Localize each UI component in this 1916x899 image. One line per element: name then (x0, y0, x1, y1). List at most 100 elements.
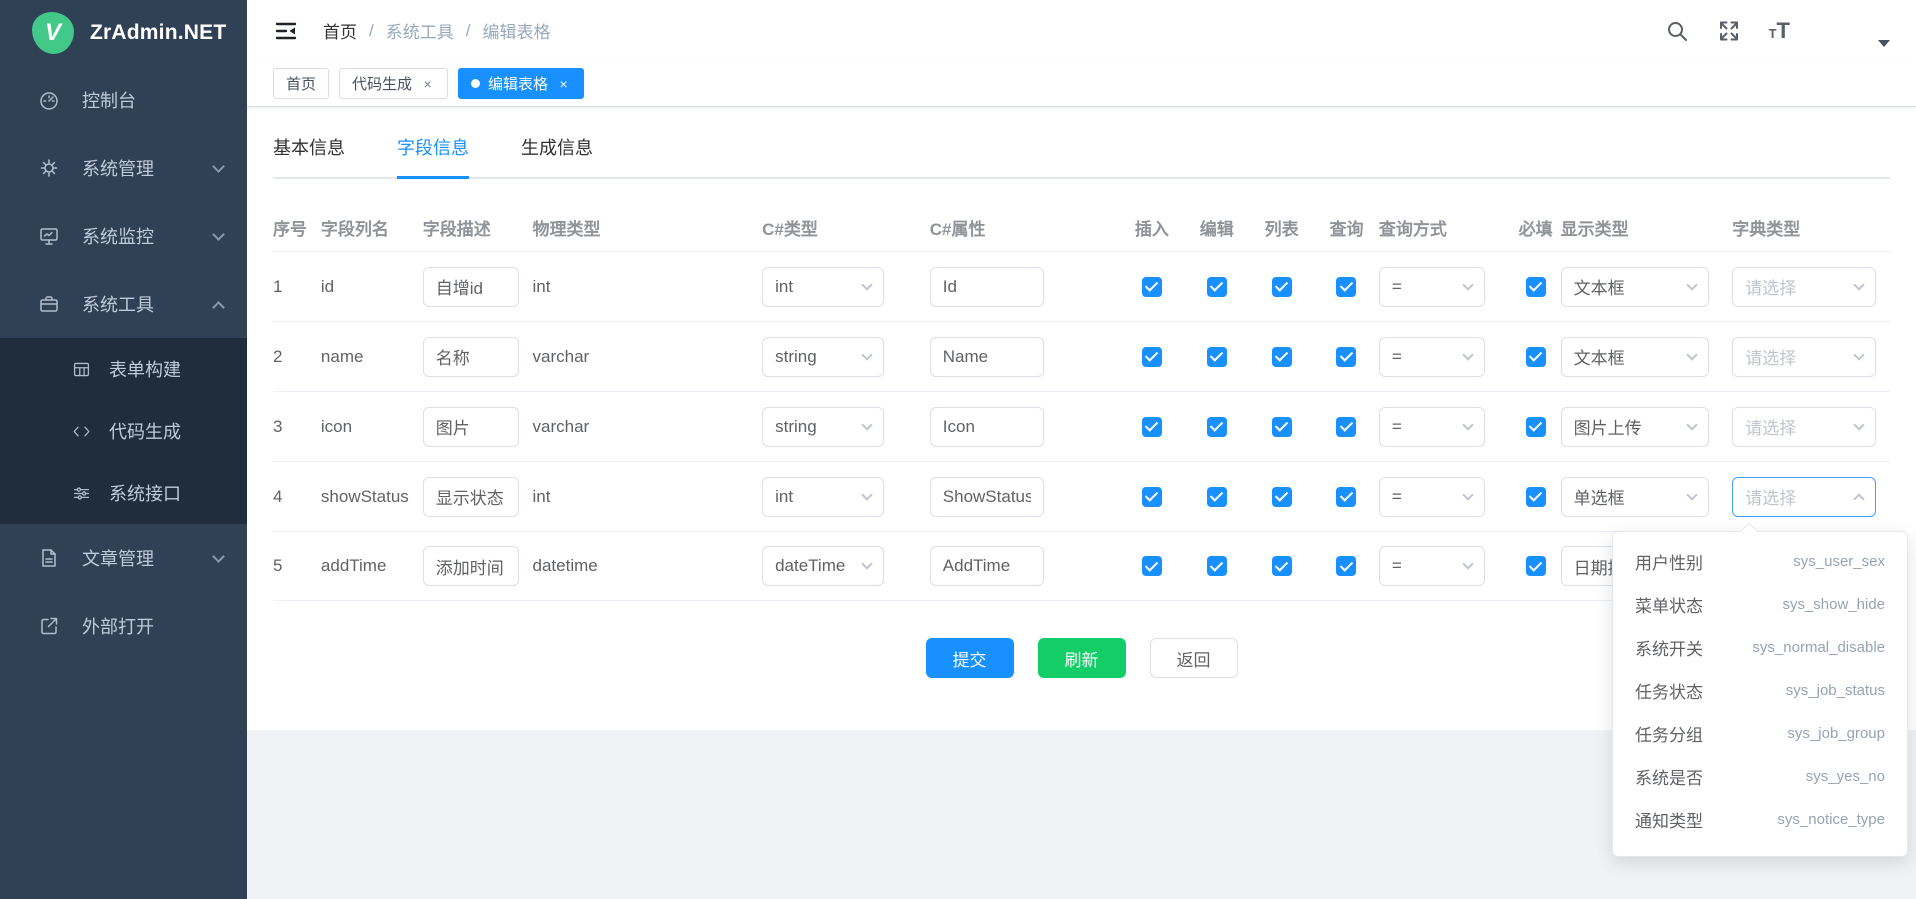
required-checkbox[interactable] (1526, 277, 1546, 297)
query-type-select[interactable]: = (1379, 267, 1485, 307)
dict-type-select-focused[interactable]: 请选择 (1732, 477, 1876, 517)
query-type-select[interactable]: = (1379, 337, 1485, 377)
edit-checkbox[interactable] (1207, 417, 1227, 437)
sidebar-item-form-build[interactable]: 表单构建 (0, 338, 247, 400)
header-dict-type: 字典类型 (1732, 215, 1890, 240)
tag-code-gen[interactable]: 代码生成 (339, 68, 448, 99)
search-icon[interactable] (1665, 19, 1689, 43)
dict-option[interactable]: 通知类型 sys_notice_type (1613, 798, 1907, 841)
dict-type-select[interactable]: 请选择 (1732, 267, 1876, 307)
required-checkbox[interactable] (1526, 487, 1546, 507)
tag-edit-table[interactable]: 编辑表格 (458, 68, 584, 99)
query-checkbox[interactable] (1336, 417, 1356, 437)
list-checkbox[interactable] (1272, 277, 1292, 297)
header-required: 必填 (1511, 215, 1561, 240)
sidebar-item-system-monitor[interactable]: 系统监控 (0, 202, 247, 270)
dict-type-select[interactable]: 请选择 (1732, 337, 1876, 377)
query-type-select[interactable]: = (1379, 407, 1485, 447)
insert-checkbox[interactable] (1142, 277, 1162, 297)
dict-option[interactable]: 系统开关 sys_normal_disable (1613, 626, 1907, 669)
csharp-prop-input[interactable] (930, 407, 1044, 447)
sidebar-item-external-open[interactable]: 外部打开 (0, 592, 247, 660)
edit-checkbox[interactable] (1207, 487, 1227, 507)
sidebar-item-label: 文章管理 (82, 545, 206, 571)
display-type-select[interactable]: 单选框 (1561, 477, 1709, 517)
required-checkbox[interactable] (1526, 417, 1546, 437)
sidebar-item-code-gen[interactable]: 代码生成 (0, 400, 247, 462)
dict-option[interactable]: 菜单状态 sys_show_hide (1613, 583, 1907, 626)
csharp-prop-input[interactable] (930, 337, 1044, 377)
display-type-select[interactable]: 文本框 (1561, 337, 1709, 377)
dict-option[interactable]: 任务状态 sys_job_status (1613, 669, 1907, 712)
sidebar-item-label: 表单构建 (109, 356, 223, 382)
description-input[interactable] (423, 267, 519, 307)
sidebar-item-system-manage[interactable]: 系统管理 (0, 134, 247, 202)
insert-checkbox[interactable] (1142, 417, 1162, 437)
query-checkbox[interactable] (1336, 277, 1356, 297)
dict-option[interactable]: 通知状态 sys_notice_status (1613, 841, 1907, 849)
tab-gen-info[interactable]: 生成信息 (521, 134, 593, 177)
edit-checkbox[interactable] (1207, 277, 1227, 297)
query-checkbox[interactable] (1336, 487, 1356, 507)
submit-button[interactable]: 提交 (926, 638, 1014, 678)
tag-home[interactable]: 首页 (273, 68, 329, 99)
sliders-icon (72, 484, 91, 503)
avatar[interactable] (1818, 8, 1864, 54)
header-column-name: 字段列名 (321, 215, 423, 240)
dict-option[interactable]: 系统是否 sys_yes_no (1613, 755, 1907, 798)
edit-checkbox[interactable] (1207, 556, 1227, 576)
cell-physical-type: int (533, 487, 763, 507)
insert-checkbox[interactable] (1142, 487, 1162, 507)
csharp-type-select[interactable]: dateTime (762, 546, 884, 586)
csharp-prop-input[interactable] (930, 546, 1044, 586)
description-input[interactable] (423, 407, 519, 447)
csharp-type-select[interactable]: string (762, 337, 884, 377)
refresh-button[interactable]: 刷新 (1038, 638, 1126, 678)
sidebar-item-article-manage[interactable]: 文章管理 (0, 524, 247, 592)
header-physical-type: 物理类型 (533, 215, 763, 240)
back-button[interactable]: 返回 (1150, 638, 1238, 678)
required-checkbox[interactable] (1526, 347, 1546, 367)
dict-type-select[interactable]: 请选择 (1732, 407, 1876, 447)
csharp-prop-input[interactable] (930, 477, 1044, 517)
display-type-select[interactable]: 图片上传 (1561, 407, 1709, 447)
tab-basic-info[interactable]: 基本信息 (273, 134, 345, 177)
list-checkbox[interactable] (1272, 556, 1292, 576)
insert-checkbox[interactable] (1142, 347, 1162, 367)
header-list: 列表 (1249, 215, 1314, 240)
font-size-icon[interactable] (1769, 18, 1790, 44)
description-input[interactable] (423, 337, 519, 377)
chevron-down-icon (1854, 419, 1865, 430)
query-checkbox[interactable] (1336, 347, 1356, 367)
dict-option[interactable]: 用户性别 sys_user_sex (1613, 540, 1907, 583)
list-checkbox[interactable] (1272, 347, 1292, 367)
csharp-type-select[interactable]: int (762, 267, 884, 307)
required-checkbox[interactable] (1526, 556, 1546, 576)
query-type-select[interactable]: = (1379, 477, 1485, 517)
csharp-type-select[interactable]: int (762, 477, 884, 517)
sidebar-item-system-api[interactable]: 系统接口 (0, 462, 247, 524)
dict-option[interactable]: 任务分组 sys_job_group (1613, 712, 1907, 755)
close-icon[interactable] (420, 76, 435, 91)
breadcrumb-system-tools[interactable]: 系统工具 (386, 18, 454, 43)
close-icon[interactable] (556, 76, 571, 91)
user-menu-caret-icon[interactable] (1878, 40, 1890, 47)
csharp-type-select[interactable]: string (762, 407, 884, 447)
insert-checkbox[interactable] (1142, 556, 1162, 576)
edit-checkbox[interactable] (1207, 347, 1227, 367)
sidebar-item-dashboard[interactable]: 控制台 (0, 66, 247, 134)
tab-field-info[interactable]: 字段信息 (397, 134, 469, 177)
description-input[interactable] (423, 477, 519, 517)
fullscreen-icon[interactable] (1717, 19, 1741, 43)
breadcrumb-home[interactable]: 首页 (323, 18, 357, 43)
csharp-prop-input[interactable] (930, 267, 1044, 307)
sidebar-item-system-tools[interactable]: 系统工具 (0, 270, 247, 338)
display-type-select[interactable]: 文本框 (1561, 267, 1709, 307)
list-checkbox[interactable] (1272, 487, 1292, 507)
query-type-select[interactable]: = (1379, 546, 1485, 586)
description-input[interactable] (423, 546, 519, 586)
chevron-down-icon (861, 489, 872, 500)
sidebar-fold-icon[interactable] (273, 18, 299, 44)
query-checkbox[interactable] (1336, 556, 1356, 576)
list-checkbox[interactable] (1272, 417, 1292, 437)
